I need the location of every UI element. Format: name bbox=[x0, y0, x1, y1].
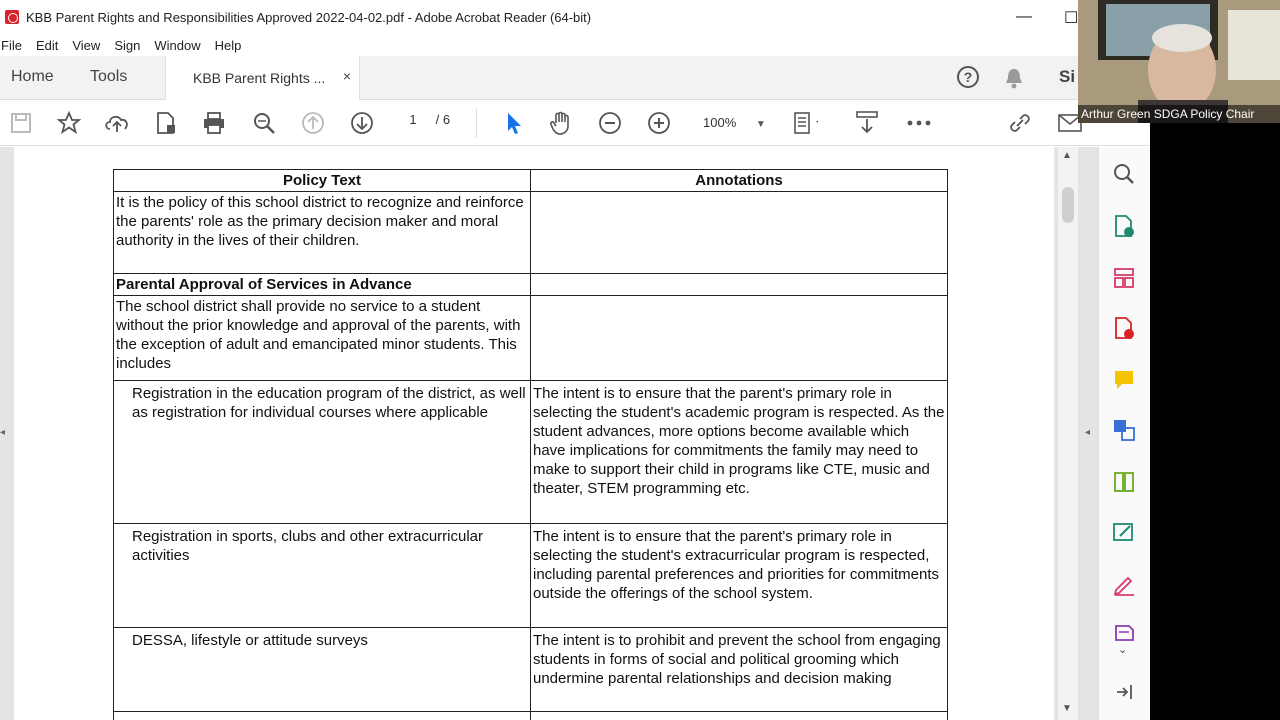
window-title: KBB Parent Rights and Responsibilities A… bbox=[26, 9, 592, 25]
comment-icon[interactable] bbox=[1111, 367, 1137, 393]
tab-document[interactable]: KBB Parent Rights ... × bbox=[165, 56, 360, 100]
annotation-cell: The intent is to ensure that the parent'… bbox=[530, 380, 948, 524]
menu-bar: File Edit View Sign Window Help bbox=[0, 34, 1080, 56]
zoom-in-icon[interactable] bbox=[646, 110, 672, 136]
policy-cell: Registration in sports, clubs and other … bbox=[113, 523, 531, 628]
scrollbar-thumb[interactable] bbox=[1062, 187, 1074, 223]
close-tab-icon[interactable]: × bbox=[343, 68, 351, 84]
policy-cell bbox=[113, 711, 531, 720]
notification-bell-icon[interactable] bbox=[1004, 67, 1024, 89]
menu-file[interactable]: File bbox=[1, 38, 22, 53]
translate-document-icon[interactable] bbox=[1111, 417, 1137, 443]
collapse-right-pane-icon[interactable] bbox=[1111, 679, 1137, 705]
share-link-icon[interactable] bbox=[1007, 110, 1033, 136]
maximize-button[interactable]: ☐ bbox=[1064, 8, 1078, 28]
menu-window[interactable]: Window bbox=[154, 38, 200, 53]
annotation-cell bbox=[530, 711, 948, 720]
annotation-cell bbox=[530, 295, 948, 381]
policy-cell: The school district shall provide no ser… bbox=[113, 295, 531, 381]
toolbar-divider bbox=[476, 108, 477, 138]
table-header-row: Policy Text Annotations bbox=[113, 169, 948, 192]
hand-tool-icon[interactable] bbox=[548, 110, 574, 136]
zoom-value: 100% bbox=[703, 115, 737, 130]
protect-pdf-icon[interactable] bbox=[1111, 619, 1137, 645]
policy-cell: Registration in the education program of… bbox=[113, 380, 531, 524]
print-icon[interactable] bbox=[201, 110, 227, 136]
upload-cloud-icon[interactable] bbox=[104, 110, 130, 136]
compare-files-icon[interactable] bbox=[1111, 469, 1137, 495]
table-row: DESSA, lifestyle or attitude surveys The… bbox=[113, 627, 948, 712]
next-page-icon[interactable] bbox=[349, 110, 375, 136]
chevron-down-icon[interactable]: ⌄ bbox=[1118, 643, 1127, 656]
organize-pages-icon[interactable] bbox=[1111, 265, 1137, 291]
zoom-out-icon[interactable] bbox=[597, 110, 623, 136]
webcam-name-label: Arthur Green SDGA Policy Chair bbox=[1078, 105, 1280, 123]
select-cursor-icon[interactable] bbox=[500, 110, 526, 136]
more-tools-icon[interactable] bbox=[906, 110, 932, 136]
tab-home[interactable]: Home bbox=[11, 68, 54, 86]
menu-help[interactable]: Help bbox=[215, 38, 242, 53]
scroll-down-icon[interactable]: ▼ bbox=[1062, 703, 1072, 714]
table-row: The school district shall provide no ser… bbox=[113, 295, 948, 381]
policy-cell: DESSA, lifestyle or attitude surveys bbox=[113, 627, 531, 712]
export-file-icon[interactable] bbox=[153, 110, 179, 136]
chevron-down-icon: ▼ bbox=[755, 119, 766, 130]
black-background bbox=[1150, 123, 1280, 720]
annotation-cell: The intent is to ensure that the parent'… bbox=[530, 523, 948, 628]
menu-sign[interactable]: Sign bbox=[114, 38, 140, 53]
scroll-up-icon[interactable]: ▲ bbox=[1062, 150, 1072, 161]
page-fit-icon[interactable] bbox=[792, 110, 818, 136]
edit-pdf-icon[interactable] bbox=[1111, 519, 1137, 545]
create-pdf-icon[interactable] bbox=[1111, 213, 1137, 239]
tab-document-label: KBB Parent Rights ... bbox=[193, 70, 326, 86]
fill-sign-icon[interactable] bbox=[1111, 571, 1137, 597]
page-total: / 6 bbox=[435, 112, 451, 127]
pdf-page: Policy Text Annotations It is the policy… bbox=[14, 147, 1054, 720]
policy-text-header: Policy Text bbox=[113, 169, 531, 192]
annotations-header: Annotations bbox=[530, 169, 948, 192]
help-icon[interactable]: ? bbox=[957, 66, 979, 88]
section-heading-cell: Parental Approval of Services in Advance bbox=[113, 273, 531, 296]
document-viewport[interactable]: ◂ Policy Text Annotations It is the poli… bbox=[0, 147, 1098, 720]
search-icon[interactable] bbox=[1111, 161, 1137, 187]
policy-cell: It is the policy of this school district… bbox=[113, 191, 531, 274]
menu-edit[interactable]: Edit bbox=[36, 38, 58, 53]
table-row: Registration in the education program of… bbox=[113, 380, 948, 524]
menu-view[interactable]: View bbox=[72, 38, 100, 53]
acrobat-app-icon bbox=[5, 10, 19, 24]
export-pdf-icon[interactable] bbox=[1111, 315, 1137, 341]
page-number-input[interactable]: 1 bbox=[398, 112, 428, 127]
scroll-mode-icon[interactable] bbox=[854, 110, 880, 136]
minimize-button[interactable]: — bbox=[1016, 8, 1032, 26]
zoom-dropdown[interactable]: 100% ▼ bbox=[703, 115, 766, 130]
sign-in-label[interactable]: Si bbox=[1059, 67, 1075, 87]
right-tools-panel: ◂ ⌄ bbox=[1085, 147, 1150, 720]
table-row: Parental Approval of Services in Advance bbox=[113, 273, 948, 296]
collapse-panel-icon[interactable]: ◂ bbox=[1085, 427, 1090, 438]
table-row: Registration in sports, clubs and other … bbox=[113, 523, 948, 628]
annotation-cell bbox=[530, 191, 948, 274]
vertical-scrollbar[interactable]: ▲ ▼ bbox=[1058, 147, 1078, 720]
tab-tools[interactable]: Tools bbox=[90, 68, 127, 86]
left-panel-expand-icon[interactable]: ◂ bbox=[0, 427, 5, 438]
webcam-video-feed: Arthur Green SDGA Policy Chair bbox=[1078, 0, 1280, 123]
policy-table: Policy Text Annotations It is the policy… bbox=[113, 169, 948, 720]
annotation-cell: The intent is to prohibit and prevent th… bbox=[530, 627, 948, 712]
annotation-cell bbox=[530, 273, 948, 296]
save-icon[interactable] bbox=[8, 110, 34, 136]
table-row bbox=[113, 711, 948, 720]
page-indicator: 1 / 6 bbox=[398, 112, 450, 127]
search-zoom-icon[interactable] bbox=[251, 110, 277, 136]
previous-page-icon[interactable] bbox=[300, 110, 326, 136]
bookmark-star-icon[interactable] bbox=[56, 110, 82, 136]
table-row: It is the policy of this school district… bbox=[113, 191, 948, 274]
